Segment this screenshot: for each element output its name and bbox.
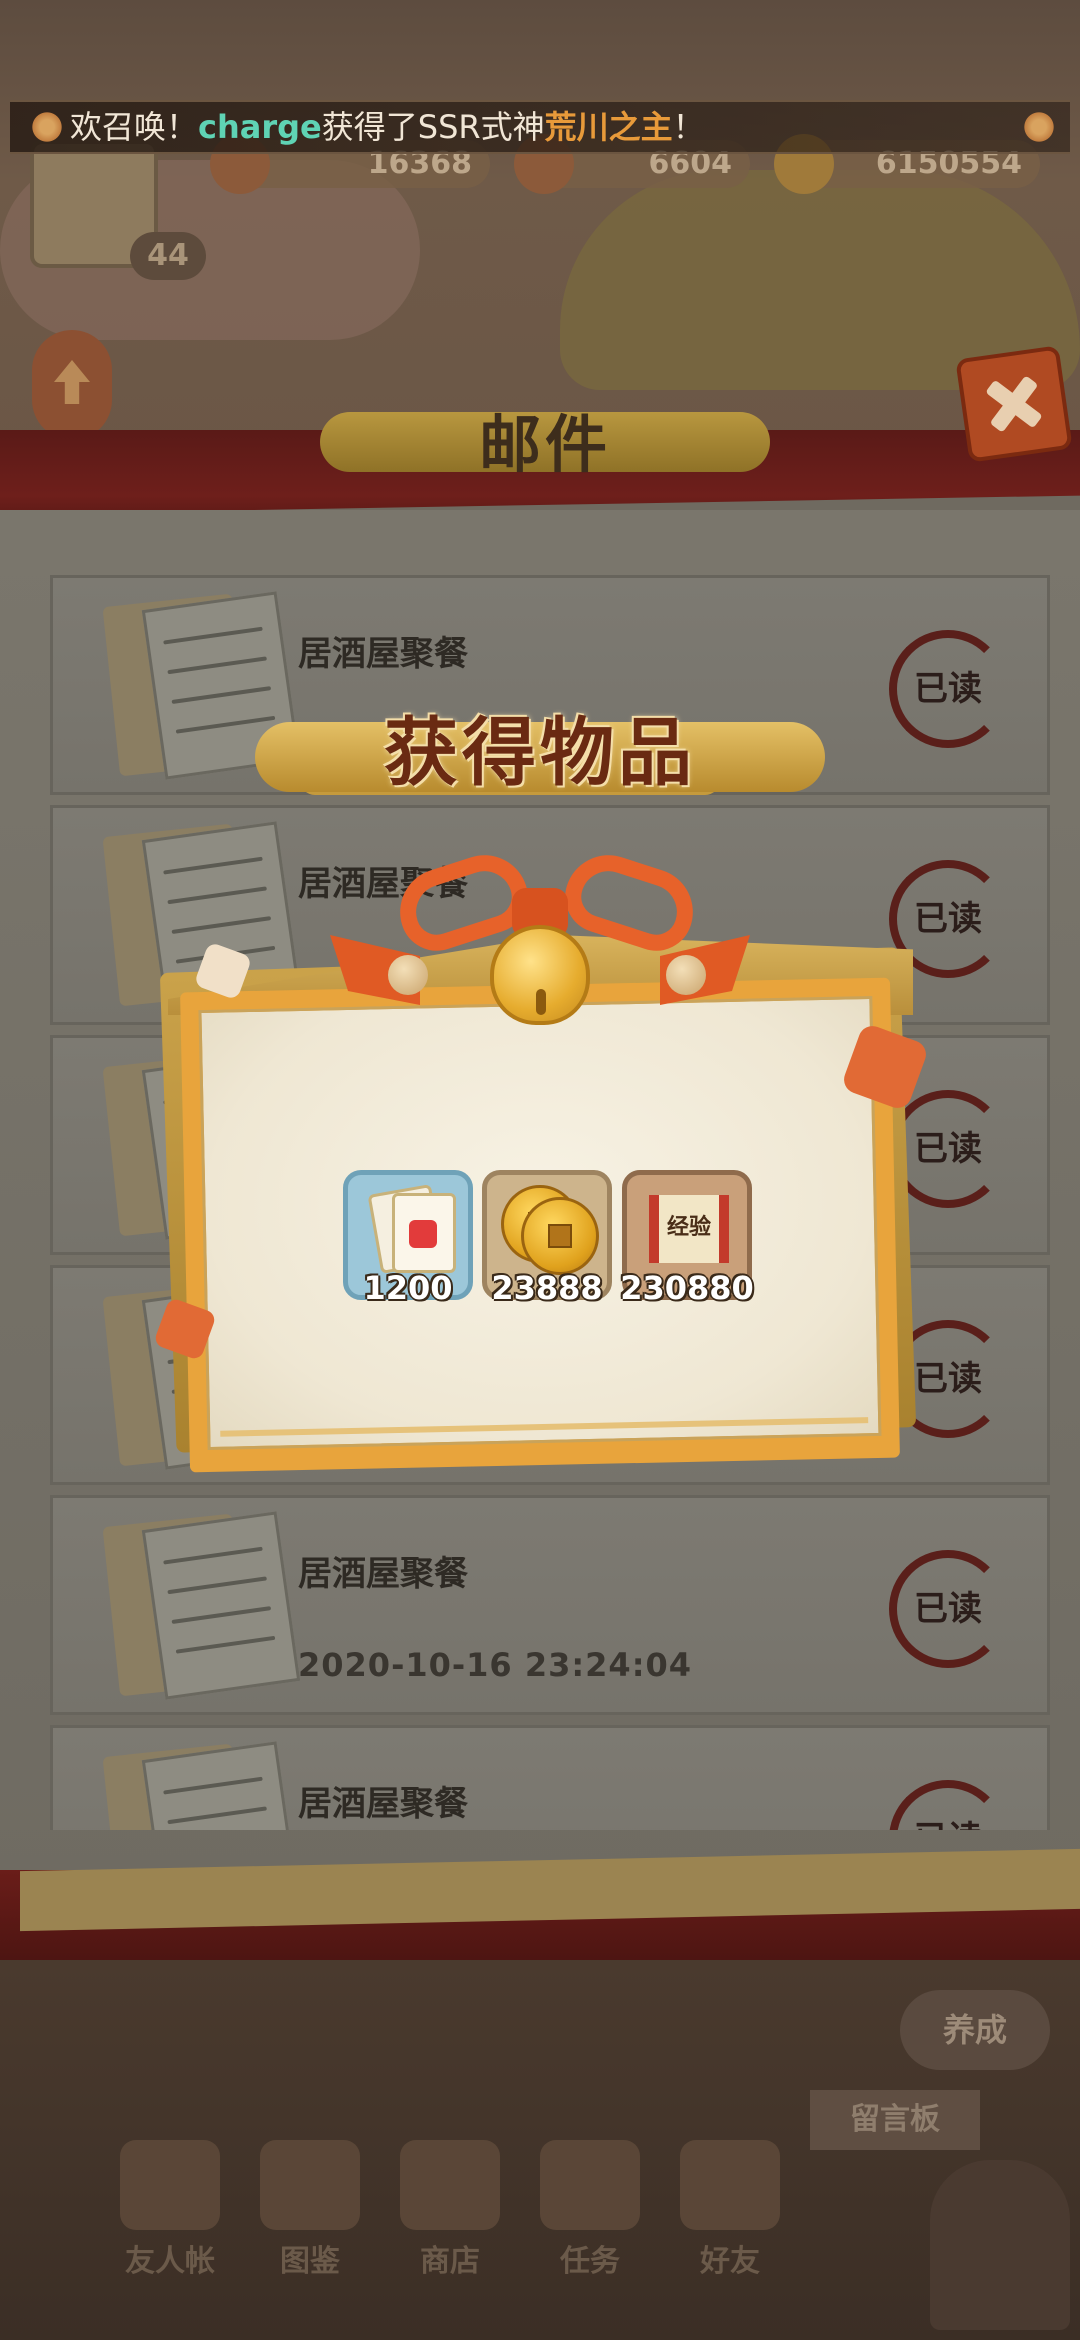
bell-icon [490,925,590,1025]
reward-quantity: 1200 [363,1269,453,1307]
reward-quantity: 23888 [491,1269,603,1307]
tassel-ball-icon [666,955,706,995]
reward-title: 获得物品 [384,710,696,796]
reward-item-gold[interactable]: 23888 [482,1170,612,1307]
thumbs-up-icon [409,1220,437,1248]
reward-quantity: 230880 [620,1269,754,1307]
reward-item-like-card[interactable]: 1200 [343,1170,473,1307]
like-card-front [392,1193,456,1273]
gold-coin-icon [521,1197,599,1275]
reward-item-exp[interactable]: 经验 230880 [620,1170,754,1307]
tassel-ball-icon [388,955,428,995]
exp-scroll-icon: 经验 [649,1195,729,1263]
